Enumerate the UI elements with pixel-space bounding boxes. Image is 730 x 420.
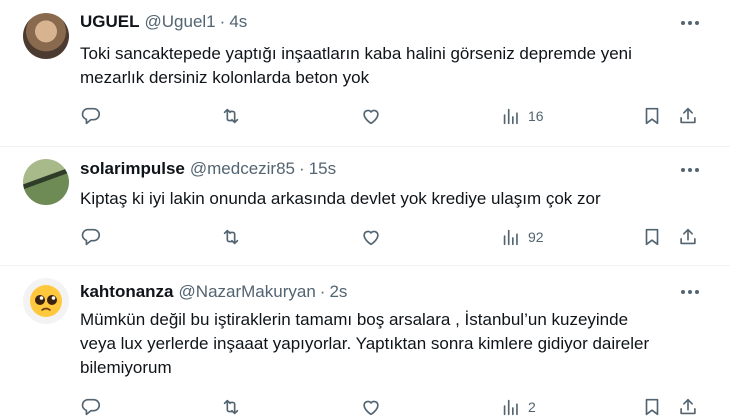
share-icon xyxy=(680,107,696,124)
like-button[interactable] xyxy=(360,225,382,249)
share-button[interactable] xyxy=(677,225,699,249)
like-button[interactable] xyxy=(360,395,382,419)
timestamp[interactable]: 4s xyxy=(229,12,247,32)
tweet-header: solarimpulse @medcezir85 · 15s xyxy=(80,158,336,180)
display-name[interactable]: UGUEL xyxy=(80,12,140,32)
tweet[interactable]: UGUEL @Uguel1 · 4s Toki sancaktepede yap… xyxy=(0,0,730,147)
tweet-actions: 2 xyxy=(80,395,705,419)
views-icon xyxy=(503,108,518,125)
share-icon xyxy=(680,228,696,245)
reply-button[interactable] xyxy=(80,395,102,419)
share-button[interactable] xyxy=(677,395,699,419)
more-icon[interactable] xyxy=(677,162,703,178)
user-handle[interactable]: @NazarMakuryan xyxy=(179,282,316,302)
views-button[interactable]: 92 xyxy=(500,225,544,249)
bookmark-icon xyxy=(645,107,659,125)
reply-button[interactable] xyxy=(80,225,102,249)
bookmark-button[interactable] xyxy=(641,395,663,419)
views-button[interactable]: 16 xyxy=(500,104,544,128)
reply-icon xyxy=(81,107,100,125)
tweet-text: Toki sancaktepede yaptığı inşaatların ka… xyxy=(80,42,710,90)
user-handle[interactable]: @medcezir85 xyxy=(190,159,295,179)
tweet-text: Mümkün değil bu iştiraklerin tamamı boş … xyxy=(80,308,710,380)
bookmark-button[interactable] xyxy=(641,225,663,249)
retweet-button[interactable] xyxy=(220,395,242,419)
tweet[interactable]: kahtonanza @NazarMakuryan · 2s Mümkün de… xyxy=(0,266,730,420)
share-button[interactable] xyxy=(677,104,699,128)
tweet-text: Kiptaş ki iyi lakin onunda arkasında dev… xyxy=(80,187,710,211)
retweet-icon xyxy=(223,399,239,415)
more-icon[interactable] xyxy=(677,284,703,300)
like-icon xyxy=(363,230,379,246)
display-name[interactable]: solarimpulse xyxy=(80,159,185,179)
separator: · xyxy=(299,159,305,178)
tweet-actions: 92 xyxy=(80,225,705,249)
bookmark-icon xyxy=(645,398,659,416)
timestamp[interactable]: 15s xyxy=(309,159,336,179)
tweet-text-line: bilemiyorum xyxy=(80,358,172,377)
retweet-icon xyxy=(223,229,239,245)
views-button[interactable]: 2 xyxy=(500,395,536,419)
reply-button[interactable] xyxy=(80,104,102,128)
views-count: 2 xyxy=(528,399,536,415)
more-icon[interactable] xyxy=(677,15,703,31)
share-icon xyxy=(680,398,696,415)
avatar[interactable] xyxy=(23,278,69,324)
tweet-actions: 16 xyxy=(80,104,705,128)
bookmark-icon xyxy=(645,228,659,246)
views-count: 16 xyxy=(528,108,544,124)
views-icon xyxy=(503,399,518,416)
tweet-text-line: veya lux yerlerde inşaaat yapıyorlar. Ya… xyxy=(80,334,650,353)
tweet-text-line: Mümkün değil bu iştiraklerin tamamı boş … xyxy=(80,310,629,329)
reply-icon xyxy=(81,398,100,416)
like-icon xyxy=(363,400,379,416)
tweet-header: UGUEL @Uguel1 · 4s xyxy=(80,11,247,33)
retweet-icon xyxy=(223,108,239,124)
views-count: 92 xyxy=(528,229,544,245)
tweet[interactable]: solarimpulse @medcezir85 · 15s Kiptaş ki… xyxy=(0,147,730,266)
timestamp[interactable]: 2s xyxy=(329,282,347,302)
tweet-text-line: Toki sancaktepede yaptığı inşaatların ka… xyxy=(80,44,632,63)
retweet-button[interactable] xyxy=(220,104,242,128)
pleading-face-emoji xyxy=(30,285,62,317)
separator: · xyxy=(219,12,226,31)
tweet-text-line: Kiptaş ki iyi lakin onunda arkasında dev… xyxy=(80,189,601,208)
reply-icon xyxy=(81,228,100,246)
like-button[interactable] xyxy=(360,104,382,128)
bookmark-button[interactable] xyxy=(641,104,663,128)
display-name[interactable]: kahtonanza xyxy=(80,282,174,302)
avatar[interactable] xyxy=(23,13,69,59)
separator: · xyxy=(319,282,326,301)
like-icon xyxy=(363,109,379,125)
retweet-button[interactable] xyxy=(220,225,242,249)
user-handle[interactable]: @Uguel1 xyxy=(145,12,216,32)
tweet-header: kahtonanza @NazarMakuryan · 2s xyxy=(80,281,347,303)
avatar[interactable] xyxy=(23,159,69,205)
tweet-text-line: mezarlık dersiniz kolonlarda beton yok xyxy=(80,68,370,87)
views-icon xyxy=(503,229,518,246)
